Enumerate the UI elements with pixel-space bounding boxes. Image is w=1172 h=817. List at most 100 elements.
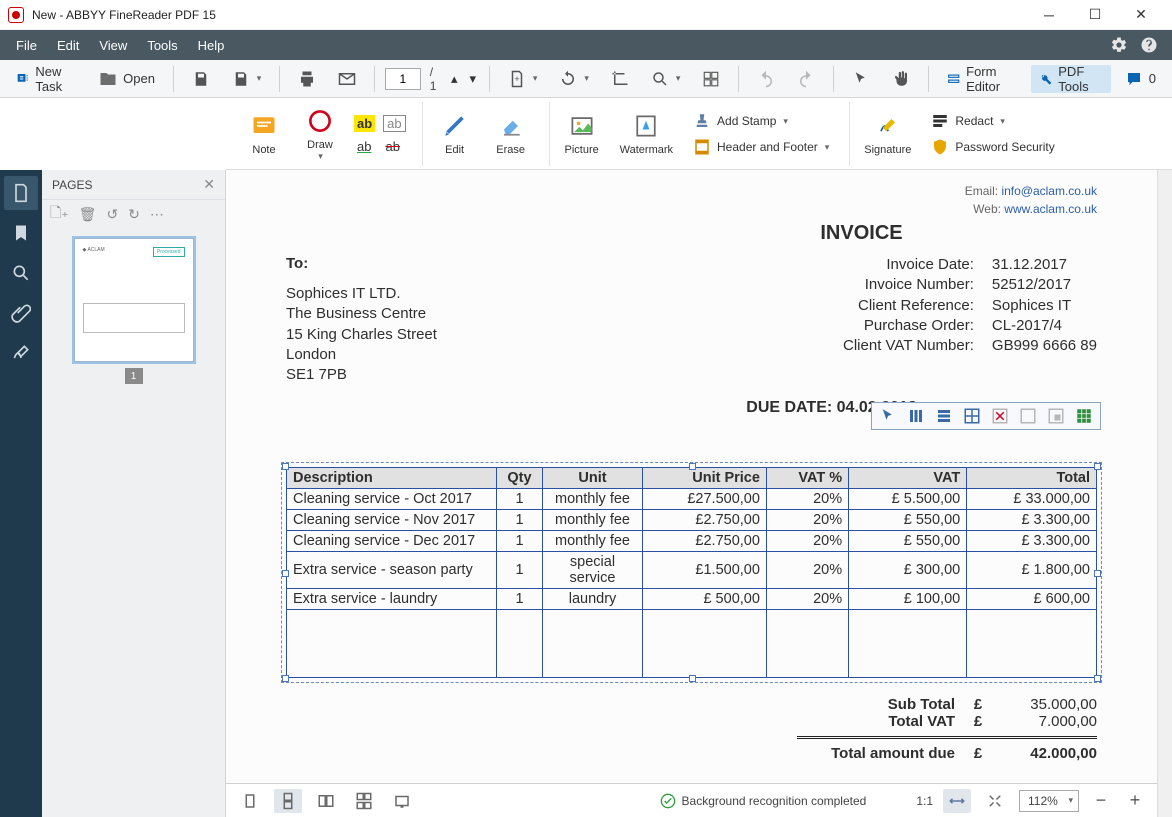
rotate-right-thumb[interactable]: ↻: [128, 206, 140, 223]
email-button[interactable]: [330, 65, 364, 93]
undo-button[interactable]: [749, 65, 783, 93]
zoom-in[interactable]: +: [1123, 789, 1147, 813]
sel-delete[interactable]: [987, 405, 1013, 427]
edit-tool[interactable]: Edit: [431, 108, 479, 160]
fit-page[interactable]: [981, 789, 1009, 813]
erase-tool[interactable]: Erase: [487, 108, 535, 160]
strikeout-tool[interactable]: ab: [380, 137, 404, 156]
save-button[interactable]: [184, 65, 218, 93]
picture-tool[interactable]: Picture: [558, 108, 606, 160]
redo-button[interactable]: [789, 65, 823, 93]
selection-handle[interactable]: [282, 570, 289, 577]
vertical-scrollbar[interactable]: [1157, 170, 1172, 817]
menu-edit[interactable]: Edit: [47, 34, 89, 57]
page-up-button[interactable]: ▴: [448, 65, 461, 93]
maximize-button[interactable]: ☐: [1072, 0, 1118, 30]
delete-page-thumb[interactable]: 🗑: [79, 206, 97, 223]
rail-attachments[interactable]: [4, 296, 38, 330]
signature-tool[interactable]: Signature: [858, 108, 917, 160]
sel-split[interactable]: [959, 405, 985, 427]
rail-bookmarks[interactable]: [4, 216, 38, 250]
edit-ribbon: Note Draw▾ ab ab ab ab Edit Erase: [226, 98, 1172, 170]
menu-file[interactable]: File: [6, 34, 47, 57]
page-thumbnail-1[interactable]: ◆ ACLAMProcessed: [74, 238, 194, 362]
highlight-tool[interactable]: ab: [352, 113, 377, 134]
pages-icon: [11, 183, 31, 203]
header-footer-button[interactable]: Header and Footer▾: [687, 136, 835, 158]
table-row: Cleaning service - Nov 20171monthly fee£…: [287, 510, 1097, 531]
password-security-button[interactable]: Password Security: [925, 136, 1060, 158]
close-button[interactable]: ✕: [1118, 0, 1164, 30]
pdf-tools-button[interactable]: PDF Tools: [1031, 65, 1111, 93]
help-icon[interactable]: [1140, 36, 1158, 54]
check-icon: [660, 793, 676, 809]
page-down-button[interactable]: ▾: [467, 65, 480, 93]
crop-button[interactable]: [603, 65, 637, 93]
add-stamp-button[interactable]: Add Stamp▾: [687, 110, 835, 132]
rotate-icon: [559, 70, 577, 88]
selection-handle[interactable]: [1094, 675, 1101, 682]
pages-close-button[interactable]: ✕: [203, 176, 215, 193]
underline-tool[interactable]: ab: [352, 137, 376, 156]
sel-cell[interactable]: [1043, 405, 1069, 427]
selection-handle[interactable]: [689, 675, 696, 682]
sel-table[interactable]: [1071, 405, 1097, 427]
menu-tools[interactable]: Tools: [137, 34, 187, 57]
selection-handle[interactable]: [1094, 463, 1101, 470]
selection-handle[interactable]: [282, 675, 289, 682]
new-task-button[interactable]: New Task: [8, 65, 85, 93]
rotate-left-thumb[interactable]: ↺: [106, 206, 118, 223]
pointer-button[interactable]: [844, 65, 878, 93]
page-number-input[interactable]: [385, 68, 421, 90]
sel-rows[interactable]: [931, 405, 957, 427]
more-thumb[interactable]: ⋯: [150, 206, 164, 223]
invoice-table[interactable]: Description Qty Unit Unit Price VAT % VA…: [286, 467, 1097, 678]
rail-pages[interactable]: [4, 176, 38, 210]
rail-signatures[interactable]: [4, 336, 38, 370]
document-canvas[interactable]: Email: info@aclam.co.uk Web: www.aclam.c…: [226, 170, 1157, 783]
selection-handle[interactable]: [689, 463, 696, 470]
hand-button[interactable]: [884, 65, 918, 93]
folder-icon: [99, 70, 117, 88]
selection-handle[interactable]: [1094, 570, 1101, 577]
one-to-one[interactable]: 1:1: [916, 794, 933, 808]
view-fullscreen[interactable]: [388, 789, 416, 813]
minimize-button[interactable]: ─: [1026, 0, 1072, 30]
view-two-continuous[interactable]: [350, 789, 378, 813]
redact-button[interactable]: Redact▾: [925, 110, 1060, 132]
zoom-level[interactable]: 112%▾: [1019, 790, 1079, 812]
open-button[interactable]: Open: [91, 65, 163, 93]
add-page-button[interactable]: +▾: [500, 65, 546, 93]
sel-pointer[interactable]: [875, 405, 901, 427]
text-box-tool[interactable]: ab: [381, 113, 407, 134]
note-tool[interactable]: Note: [240, 108, 288, 160]
sel-merge[interactable]: [1015, 405, 1041, 427]
view-continuous[interactable]: [274, 789, 302, 813]
email-link[interactable]: info@aclam.co.uk: [1001, 184, 1097, 198]
settings-icon[interactable]: [1110, 36, 1128, 54]
fit-width[interactable]: [943, 789, 971, 813]
rail-search[interactable]: [4, 256, 38, 290]
document-page: Email: info@aclam.co.uk Web: www.aclam.c…: [226, 170, 1157, 783]
table-row: [287, 610, 1097, 678]
undo-icon: [757, 70, 775, 88]
layout-button[interactable]: [694, 65, 728, 93]
view-single-page[interactable]: [236, 789, 264, 813]
view-two-page[interactable]: [312, 789, 340, 813]
save-as-button[interactable]: ▾: [224, 65, 270, 93]
menu-view[interactable]: View: [89, 34, 137, 57]
search-button[interactable]: ▾: [643, 65, 689, 93]
draw-tool[interactable]: Draw▾: [296, 103, 344, 166]
sel-cols[interactable]: [903, 405, 929, 427]
print-button[interactable]: [290, 65, 324, 93]
form-editor-button[interactable]: Form Editor: [939, 65, 1025, 93]
add-page-thumb[interactable]: 🗋₊: [50, 202, 69, 226]
watermark-tool[interactable]: Watermark: [614, 108, 679, 160]
comments-button[interactable]: 0: [1117, 65, 1164, 93]
selection-handle[interactable]: [282, 463, 289, 470]
menu-help[interactable]: Help: [188, 34, 235, 57]
web-link[interactable]: www.aclam.co.uk: [1004, 202, 1097, 216]
thumb-page-number: 1: [125, 368, 143, 384]
zoom-out[interactable]: −: [1089, 789, 1113, 813]
rotate-button[interactable]: ▾: [551, 65, 597, 93]
